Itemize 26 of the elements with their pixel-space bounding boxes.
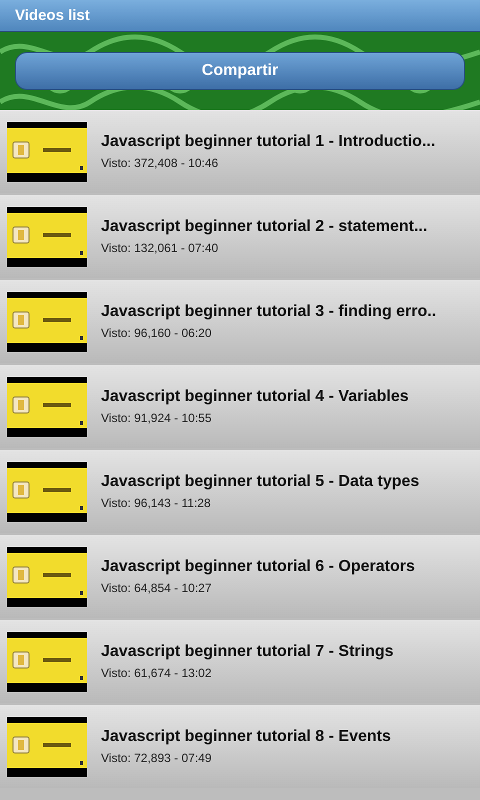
video-title: Javascript beginner tutorial 8 - Events <box>101 728 391 746</box>
view-count: Visto: 372,408 - 10:46 <box>101 156 220 170</box>
share-button[interactable]: Compartir <box>15 52 465 90</box>
video-title: Javascript beginner tutorial 5 - Data types <box>101 473 420 491</box>
video-list-item[interactable]: Javascript beginner tutorial 7 - Strings Visto: 61,674 - 13:02 <box>0 620 480 703</box>
video-title: Javascript beginner tutorial 7 - Strings <box>101 643 394 661</box>
view-count: Visto: 96,143 - 11:28 <box>101 496 212 510</box>
video-list-item[interactable]: Javascript beginner tutorial 8 - Events Visto: 72,893 - 07:49 <box>0 705 480 788</box>
video-title: Javascript beginner tutorial 1 - Introductio... <box>101 133 436 151</box>
video-list-item[interactable]: Javascript beginner tutorial 6 - Operators Visto: 64,854 - 10:27 <box>0 535 480 618</box>
view-count: Visto: 96,160 - 06:20 <box>101 326 213 340</box>
video-title: Javascript beginner tutorial 3 - finding erro.. <box>101 303 436 321</box>
view-count: Visto: 132,061 - 07:40 <box>101 241 220 255</box>
view-count: Visto: 61,674 - 13:02 <box>101 666 213 680</box>
video-list-item[interactable]: Javascript beginner tutorial 5 - Data types Visto: 96,143 - 11:28 <box>0 450 480 533</box>
view-count: Visto: 72,893 - 07:49 <box>101 751 213 765</box>
screen-title: Videos list <box>15 7 90 24</box>
video-title: Javascript beginner tutorial 6 - Operators <box>101 558 415 576</box>
view-count: Visto: 91,924 - 10:55 <box>101 411 213 425</box>
video-list-item[interactable]: Javascript beginner tutorial 4 - Variables Visto: 91,924 - 10:55 <box>0 365 480 448</box>
video-list-item[interactable]: Javascript beginner tutorial 3 - finding erro.. Visto: 96,160 - 06:20 <box>0 280 480 363</box>
video-title: Javascript beginner tutorial 4 - Variables <box>101 388 409 406</box>
video-title: Javascript beginner tutorial 2 - statement... <box>101 218 428 236</box>
video-list-item[interactable]: Javascript beginner tutorial 2 - statement... Visto: 132,061 - 07:40 <box>0 195 480 278</box>
video-list-item[interactable]: Javascript beginner tutorial 1 - Introductio... Visto: 372,408 - 10:46 <box>0 110 480 193</box>
view-count: Visto: 64,854 - 10:27 <box>101 581 213 595</box>
